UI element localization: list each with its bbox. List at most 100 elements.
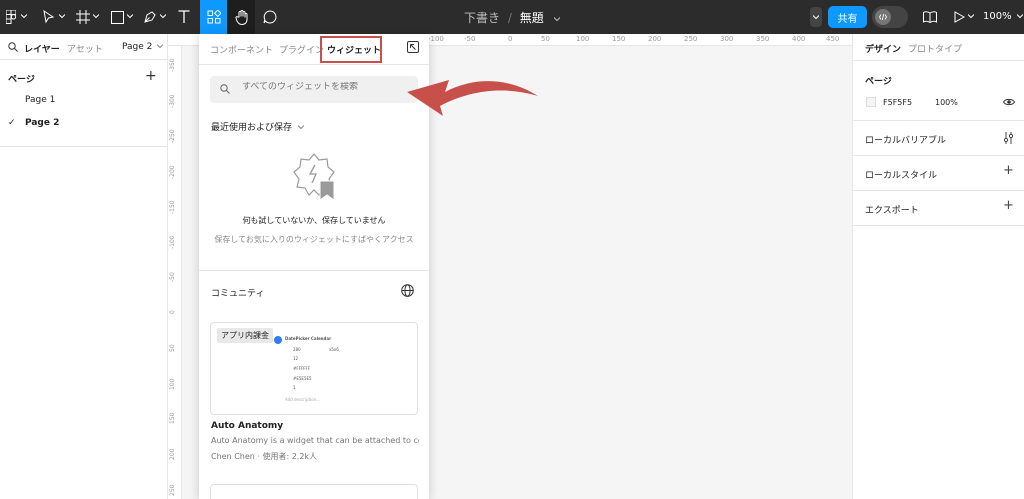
chevron-down-icon (1016, 14, 1024, 19)
chevron-down-icon[interactable] (93, 13, 99, 19)
preview-line: 1 (293, 385, 296, 390)
ruler-tick: -100 (428, 35, 444, 43)
annotation-arrow-icon (407, 80, 538, 116)
widget-bookmark-icon (293, 153, 335, 201)
highlight-box (320, 36, 382, 63)
share-button[interactable]: 共有 (828, 6, 867, 28)
move-tool-icon[interactable] (42, 0, 56, 34)
chevron-down-icon[interactable] (553, 16, 560, 22)
tab-plugins[interactable]: プラグイン (279, 43, 324, 56)
design-panel: デザイン プロトタイプ ページ F5F5F5 100% ローカルバリアブル ロー… (852, 34, 1024, 499)
preview-line: Add description... (285, 397, 321, 402)
ruler-tick: -350 (169, 58, 176, 72)
ruler-tick: -200 (169, 165, 176, 179)
hand-tool-icon[interactable] (228, 0, 255, 34)
local-variables-title: ローカルバリアブル (865, 136, 947, 146)
collapse-icon[interactable] (407, 41, 419, 53)
chevron-down-icon[interactable] (21, 13, 27, 19)
check-icon: ✓ (8, 118, 16, 128)
local-styles-title: ローカルスタイル (865, 171, 938, 181)
left-panel-tabs: レイヤー アセット Page 2 (0, 34, 167, 60)
document-title[interactable]: 下書き / 無題 (464, 9, 560, 26)
toolbar: 下書き / 無題 共有 100% (0, 0, 1024, 34)
recent-section-header[interactable]: 最近使用および保存 (211, 120, 305, 133)
doc-name[interactable]: 無題 (520, 11, 544, 25)
ruler-tick: 150 (612, 35, 626, 43)
page-opacity-value[interactable]: 100% (935, 98, 958, 107)
tab-components[interactable]: コンポーネント (210, 43, 273, 56)
add-page-button[interactable]: + (145, 68, 157, 84)
chevron-down-icon[interactable] (968, 13, 974, 19)
widget-description: Auto Anatomy is a widget that can be att… (211, 436, 419, 445)
chevron-down-icon (297, 125, 305, 130)
tab-layers[interactable]: レイヤー (24, 42, 60, 55)
library-icon[interactable] (923, 0, 937, 34)
tab-assets[interactable]: アセット (67, 42, 103, 55)
ruler-tick: 100 (576, 35, 590, 43)
ruler-tick: 0 (508, 35, 513, 43)
pages-title: ページ (8, 75, 35, 85)
figma-menu-icon[interactable] (4, 0, 18, 34)
frame-tool-icon[interactable] (76, 0, 90, 34)
chevron-down-icon[interactable] (59, 13, 65, 19)
page-selector[interactable]: Page 2 (122, 42, 164, 52)
in-app-purchase-badge: アプリ内課金 (217, 328, 273, 343)
layers-panel: レイヤー アセット Page 2 ページ + Page 1 ✓ Page 2 (0, 34, 168, 499)
page-section-title: ページ (865, 77, 892, 87)
globe-icon[interactable] (401, 284, 414, 297)
eye-icon[interactable] (1003, 97, 1015, 107)
chevron-down-icon[interactable] (160, 13, 166, 19)
ruler-tick: -50 (464, 35, 476, 43)
widget-name[interactable]: Auto Anatomy (211, 421, 283, 431)
page-selector-label: Page 2 (122, 42, 153, 52)
chevron-down-icon[interactable] (127, 13, 133, 19)
pen-tool-icon[interactable] (143, 0, 157, 34)
info-dot-icon (274, 336, 282, 344)
ruler-vertical: -350 -300 -250 -200 -150 -100 -50 0 50 1… (168, 46, 182, 499)
doc-folder[interactable]: 下書き (464, 11, 500, 25)
add-export-button[interactable]: + (1003, 198, 1014, 213)
zoom-value: 100% (983, 11, 1012, 22)
variables-icon[interactable] (1003, 132, 1014, 144)
recent-title: 最近使用および保存 (211, 123, 293, 133)
text-tool-icon[interactable] (177, 0, 191, 34)
page-color-value[interactable]: F5F5F5 (883, 98, 912, 107)
widget-card[interactable]: アプリ内課金 DatePicker Calendar 280 x5x6 12 #… (210, 322, 418, 415)
empty-state-subtitle: 保存してお気に入りのウィジェットにすばやくアクセス (214, 235, 414, 244)
resources-icon[interactable] (200, 0, 227, 34)
comment-icon[interactable] (263, 0, 277, 34)
preview-line: #FFFFFF (293, 366, 311, 371)
ruler-tick: 150 (169, 412, 176, 424)
widget-author: Chen Chen · 使用者: 2.2k人 (211, 452, 318, 461)
dev-mode-toggle[interactable] (872, 6, 908, 28)
ruler-tick: 350 (756, 35, 770, 43)
ruler-tick: 200 (169, 448, 176, 460)
shape-tool-icon[interactable] (110, 0, 124, 34)
divider (853, 155, 1024, 156)
empty-state-title: 何も試していないか、保存していません (242, 216, 386, 225)
present-icon[interactable] (953, 0, 965, 34)
preview-title: DatePicker Calendar (285, 336, 332, 341)
chevron-down-icon[interactable] (810, 7, 822, 27)
doc-separator: / (507, 11, 512, 25)
preview-line: x5x6 (329, 347, 339, 352)
search-icon (220, 84, 230, 94)
widget-card[interactable] (210, 484, 418, 499)
tab-design[interactable]: デザイン (865, 42, 901, 55)
ruler-tick: 50 (169, 344, 176, 352)
add-style-button[interactable]: + (1003, 163, 1014, 178)
ruler-tick: 200 (648, 35, 662, 43)
page-color-swatch[interactable] (866, 97, 876, 107)
divider (853, 120, 1024, 121)
preview-line: #E5E5E5 (293, 376, 312, 381)
page-item[interactable]: Page 1 (25, 95, 55, 105)
ruler-tick: 300 (720, 35, 734, 43)
preview-line: 280 (293, 347, 301, 352)
divider (0, 146, 168, 147)
tab-prototype[interactable]: プロトタイプ (908, 42, 962, 55)
page-item[interactable]: Page 2 (25, 118, 59, 128)
export-title: エクスポート (865, 206, 919, 216)
search-icon[interactable] (8, 42, 18, 52)
divider (853, 225, 1024, 226)
zoom-level[interactable]: 100% (983, 11, 1024, 22)
